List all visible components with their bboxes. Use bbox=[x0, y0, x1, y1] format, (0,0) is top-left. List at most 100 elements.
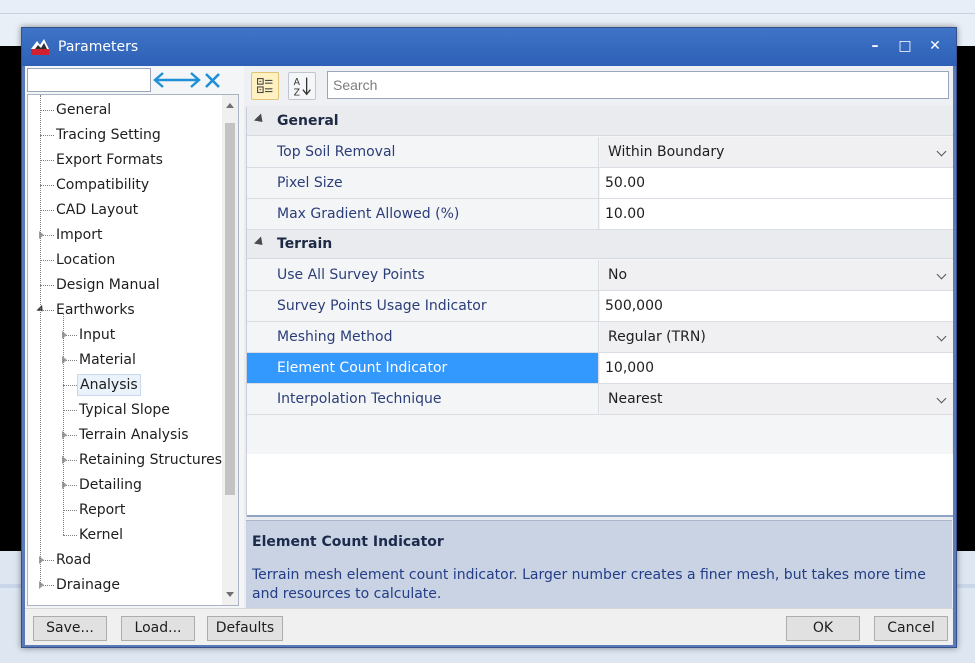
property-dropdown[interactable]: No bbox=[600, 260, 953, 290]
clear-filter-icon[interactable] bbox=[203, 69, 223, 91]
ok-button[interactable]: OK bbox=[786, 616, 860, 641]
dialog-client-area: General Tracing Setting Export Formats Comp… bbox=[25, 66, 953, 645]
scroll-up-icon[interactable] bbox=[226, 103, 234, 108]
property-value-input[interactable]: 50.00 bbox=[600, 168, 953, 198]
tree-item-road[interactable]: Road bbox=[28, 549, 218, 571]
tree-item-material[interactable]: Material bbox=[28, 349, 218, 371]
minimize-button[interactable]: – bbox=[864, 36, 886, 56]
property-value: 50.00 bbox=[605, 175, 646, 191]
scroll-thumb[interactable] bbox=[225, 123, 235, 495]
tree-item-general[interactable]: General bbox=[28, 99, 218, 121]
tree-item-analysis[interactable]: Analysis bbox=[28, 374, 218, 396]
property-dropdown[interactable]: Regular (TRN) bbox=[600, 322, 953, 352]
expanded-arrow-icon[interactable] bbox=[36, 304, 46, 315]
dialog-footer: Save... Load... Defaults OK Cancel bbox=[25, 608, 953, 645]
property-name[interactable]: Pixel Size bbox=[247, 168, 599, 198]
tree-item-drainage[interactable]: Drainage bbox=[28, 574, 218, 596]
tree-item-label: Location bbox=[56, 252, 116, 268]
tree-item-export-formats[interactable]: Export Formats bbox=[28, 149, 218, 171]
chevron-down-icon[interactable] bbox=[936, 331, 947, 342]
property-name[interactable]: Meshing Method bbox=[247, 322, 599, 352]
categorized-view-icon[interactable] bbox=[251, 72, 279, 100]
property-row[interactable]: Meshing Method Regular (TRN) bbox=[247, 322, 953, 353]
save-button[interactable]: Save... bbox=[33, 616, 107, 641]
tree-filter-box[interactable] bbox=[27, 68, 151, 92]
property-value-input[interactable]: 10,000 bbox=[600, 353, 953, 383]
tree-item-label: Tracing Setting bbox=[56, 127, 161, 143]
dialog-titlebar[interactable]: Parameters – □ ✕ bbox=[22, 28, 956, 66]
category-general[interactable]: General bbox=[247, 107, 953, 136]
category-terrain[interactable]: Terrain bbox=[247, 230, 953, 259]
property-row[interactable]: Element Count Indicator 10,000 bbox=[247, 353, 953, 384]
tree-item-tracing-setting[interactable]: Tracing Setting bbox=[28, 124, 218, 146]
app-logo-icon bbox=[31, 39, 49, 55]
property-row[interactable]: Use All Survey Points No bbox=[247, 260, 953, 291]
property-value-input[interactable]: 10.00 bbox=[600, 199, 953, 229]
tree-item-label: Analysis bbox=[77, 374, 141, 396]
defaults-button[interactable]: Defaults bbox=[207, 616, 283, 641]
tree-panel: General Tracing Setting Export Formats Comp… bbox=[25, 66, 243, 608]
tree-item-earthworks[interactable]: Earthworks bbox=[28, 299, 218, 321]
tree-item-terrain-analysis[interactable]: Terrain Analysis bbox=[28, 424, 218, 446]
collapse-category-icon[interactable] bbox=[253, 236, 267, 249]
property-row[interactable]: Interpolation Technique Nearest bbox=[247, 384, 953, 415]
tree-filter-input[interactable] bbox=[28, 69, 150, 91]
cancel-button[interactable]: Cancel bbox=[874, 616, 948, 641]
property-dropdown[interactable]: Within Boundary bbox=[600, 137, 953, 167]
property-value: Within Boundary bbox=[608, 144, 725, 160]
tree-item-import[interactable]: Import bbox=[28, 224, 218, 246]
tree-item-compatibility[interactable]: Compatibility bbox=[28, 174, 218, 196]
property-row[interactable]: Max Gradient Allowed (%) 10.00 bbox=[247, 199, 953, 230]
property-row[interactable]: Top Soil Removal Within Boundary bbox=[247, 137, 953, 168]
property-grid: General Top Soil Removal Within Boundary Pi… bbox=[246, 107, 953, 517]
property-search-box[interactable] bbox=[327, 71, 949, 99]
help-description: Terrain mesh element count indicator. La… bbox=[252, 567, 926, 602]
tree-item-label: Retaining Structures bbox=[79, 452, 223, 468]
tree-item-retaining-structures[interactable]: Retaining Structures bbox=[28, 449, 222, 471]
tree-item-cad-layout[interactable]: CAD Layout bbox=[28, 199, 218, 221]
property-row[interactable]: Pixel Size 50.00 bbox=[247, 168, 953, 199]
load-button[interactable]: Load... bbox=[121, 616, 195, 641]
property-name[interactable]: Survey Points Usage Indicator bbox=[247, 291, 599, 321]
tree-item-detailing[interactable]: Detailing bbox=[28, 474, 218, 496]
alphabetical-sort-icon[interactable]: A Z bbox=[288, 72, 316, 100]
tree-item-label: Earthworks bbox=[56, 302, 135, 318]
property-help-panel: Element Count Indicator Terrain mesh ele… bbox=[246, 520, 952, 608]
dialog-title: Parameters bbox=[58, 39, 139, 55]
property-value-input[interactable]: 500,000 bbox=[600, 291, 953, 321]
tree-connector bbox=[40, 210, 54, 211]
tree-item-label: Design Manual bbox=[56, 277, 160, 293]
property-name[interactable]: Element Count Indicator bbox=[247, 353, 599, 383]
property-dropdown[interactable]: Nearest bbox=[600, 384, 953, 414]
tree-scrollbar[interactable] bbox=[222, 95, 238, 605]
tree-item-label: Compatibility bbox=[56, 177, 150, 193]
scroll-down-icon[interactable] bbox=[226, 592, 234, 597]
expand-collapse-icon[interactable] bbox=[151, 69, 203, 91]
chevron-down-icon[interactable] bbox=[936, 393, 947, 404]
property-name[interactable]: Max Gradient Allowed (%) bbox=[247, 199, 599, 229]
tree-connector bbox=[63, 313, 64, 535]
chevron-down-icon[interactable] bbox=[936, 269, 947, 280]
property-name[interactable]: Use All Survey Points bbox=[247, 260, 599, 290]
tree-item-label: Material bbox=[79, 352, 136, 368]
property-search-input[interactable] bbox=[328, 72, 948, 98]
tree-item-location[interactable]: Location bbox=[28, 249, 218, 271]
maximize-button[interactable]: □ bbox=[894, 36, 916, 56]
property-panel: A Z General Top Soil Removal Within Bounda… bbox=[244, 66, 953, 608]
parameters-tree[interactable]: General Tracing Setting Export Formats Comp… bbox=[27, 94, 239, 606]
close-button[interactable]: ✕ bbox=[924, 36, 946, 56]
property-name[interactable]: Interpolation Technique bbox=[247, 384, 599, 414]
tree-connector bbox=[63, 535, 77, 536]
property-row[interactable]: Survey Points Usage Indicator 500,000 bbox=[247, 291, 953, 322]
tree-item-typical-slope[interactable]: Typical Slope bbox=[28, 399, 218, 421]
tree-item-kernel[interactable]: Kernel bbox=[28, 524, 218, 546]
chevron-down-icon[interactable] bbox=[936, 146, 947, 157]
collapse-category-icon[interactable] bbox=[253, 113, 267, 126]
tree-connector bbox=[40, 185, 54, 186]
property-name[interactable]: Top Soil Removal bbox=[247, 137, 599, 167]
tree-item-report[interactable]: Report bbox=[28, 499, 218, 521]
tree-item-input[interactable]: Input bbox=[28, 324, 218, 346]
tree-connector bbox=[40, 95, 41, 585]
property-value: Regular (TRN) bbox=[608, 329, 706, 345]
tree-item-design-manual[interactable]: Design Manual bbox=[28, 274, 218, 296]
